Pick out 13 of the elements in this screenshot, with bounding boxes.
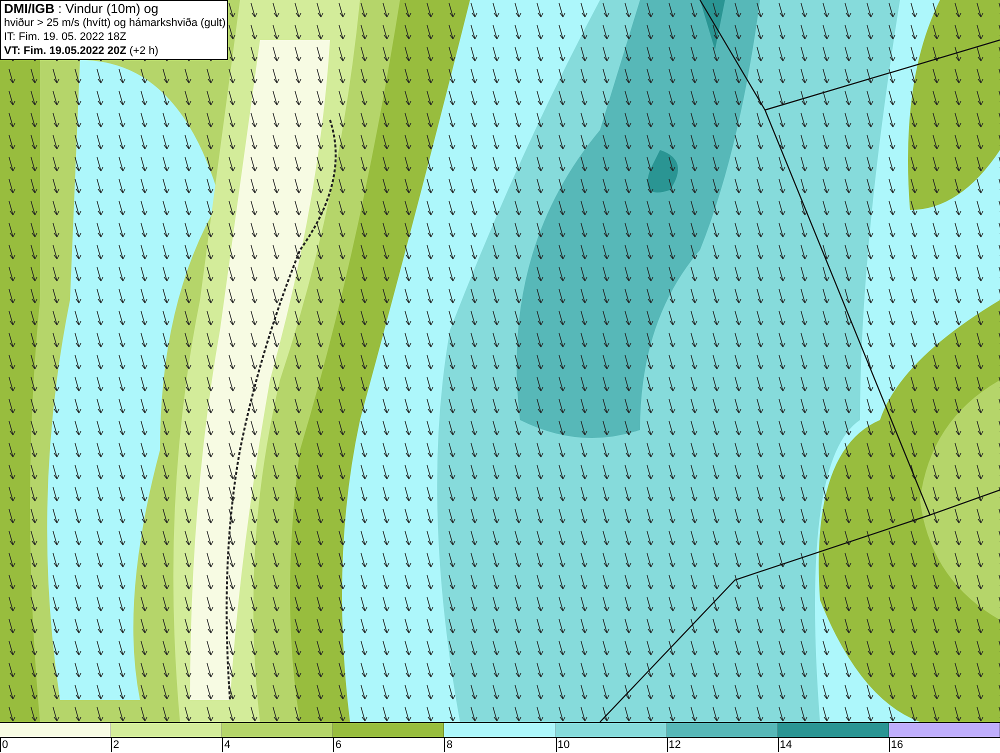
legend-tick-label: 10 <box>556 738 570 752</box>
legend-tick-label: 12 <box>666 738 681 752</box>
legend-tick-label: 16 <box>888 738 904 752</box>
legend-tick-label: 0 <box>0 738 8 752</box>
legend-tick-label: 2 <box>111 738 120 752</box>
info-text: VT: Fim. 19.05.2022 20Z (+2 h) <box>4 44 160 58</box>
legend-tick-label: 4 <box>222 738 230 752</box>
info-text: DMI/IGB : Vindur (10m) og <box>4 2 160 16</box>
legend-tick-label: 8 <box>444 738 453 752</box>
info-text: IT: Fim. 19. 05. 2022 18Z <box>4 30 128 44</box>
info-text: hviður > 25 m/s (hvítt) og hámarkshviða (gult) <box>4 16 224 30</box>
legend-tick-label: 6 <box>333 738 342 752</box>
legend-tick-label: 14 <box>778 738 792 752</box>
